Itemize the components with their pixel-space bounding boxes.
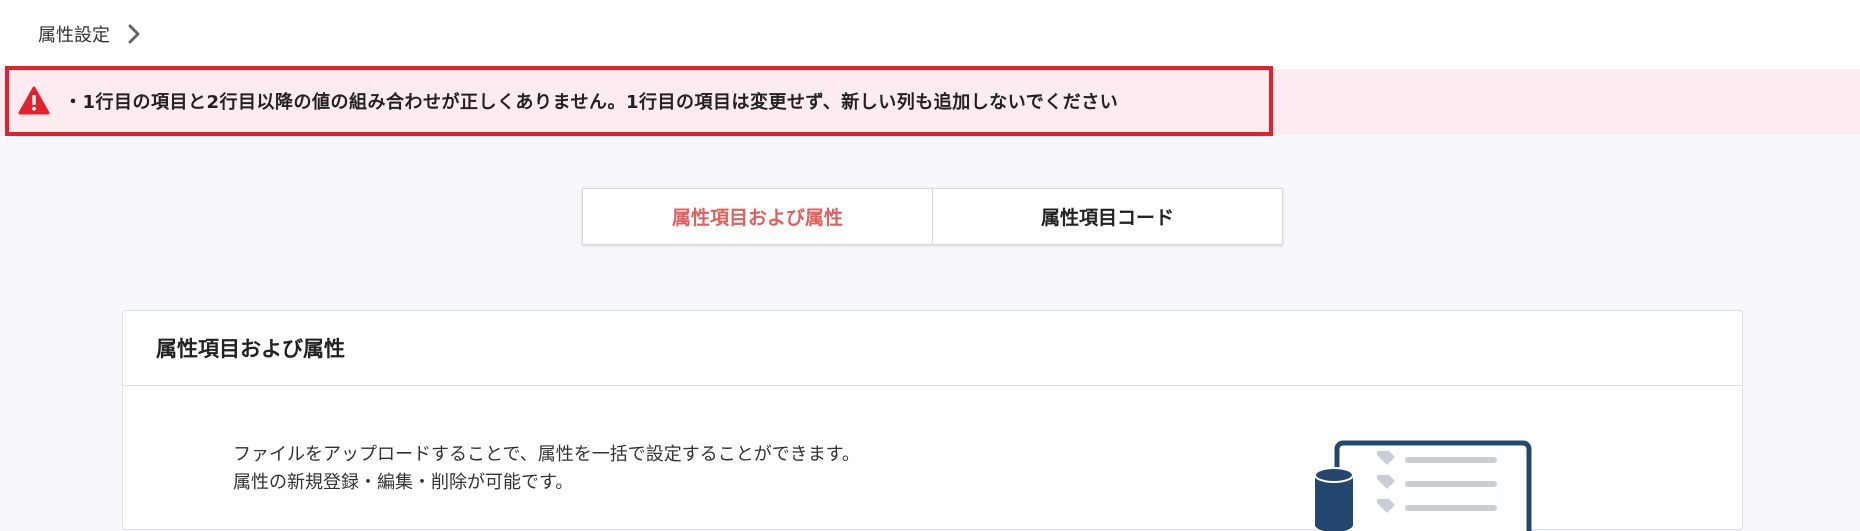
card-title: 属性項目および属性 bbox=[123, 311, 1742, 386]
tab-attribute-items[interactable]: 属性項目および属性 bbox=[583, 189, 932, 244]
description-line-1: ファイルをアップロードすることで、属性を一括で設定することができます。 bbox=[233, 444, 860, 465]
top-bar: 属性設定 bbox=[0, 0, 1860, 69]
breadcrumb-current[interactable]: 属性設定 bbox=[38, 21, 110, 47]
chevron-right-icon bbox=[128, 24, 140, 44]
alert-message: ・1行目の項目と2行目以降の値の組み合わせが正しくありません。1行目の項目は変更… bbox=[64, 92, 1119, 113]
database-document-icon bbox=[1315, 437, 1545, 531]
warning-triangle-icon bbox=[18, 86, 50, 116]
breadcrumb: 属性設定 bbox=[38, 20, 140, 48]
upload-card: 属性項目および属性 ファイルをアップロードすることで、属性を一括で設定することが… bbox=[122, 310, 1743, 531]
tab-bar: 属性項目および属性 属性項目コード bbox=[582, 188, 1283, 245]
card-description: ファイルをアップロードすることで、属性を一括で設定することができます。 属性の新… bbox=[233, 441, 860, 497]
error-alert: ・1行目の項目と2行目以降の値の組み合わせが正しくありません。1行目の項目は変更… bbox=[5, 66, 1273, 136]
tab-attribute-item-codes[interactable]: 属性項目コード bbox=[932, 189, 1282, 244]
description-line-2: 属性の新規登録・編集・削除が可能です。 bbox=[233, 472, 574, 493]
